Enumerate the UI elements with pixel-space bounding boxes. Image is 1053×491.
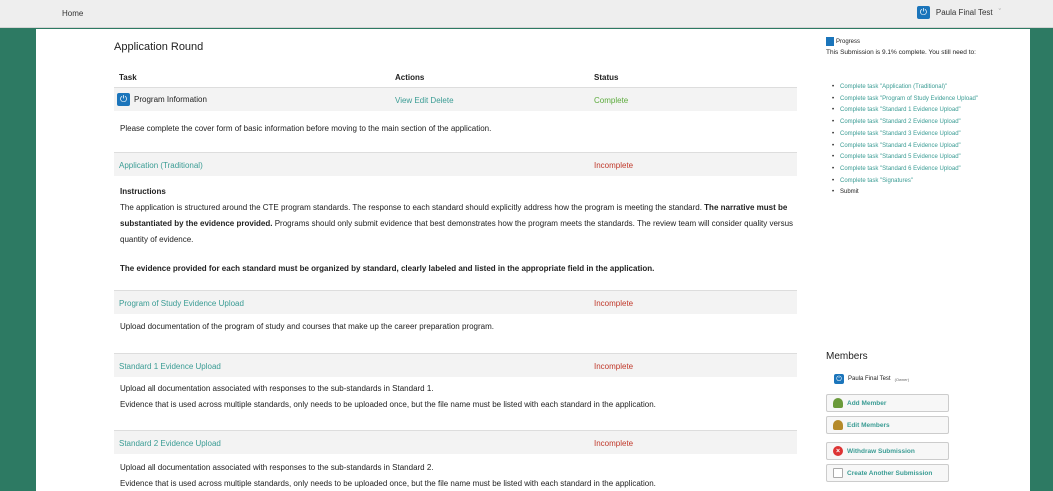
progress-item-link[interactable]: Complete task "Standard 2 Evidence Uploa… [840,119,961,125]
member-role: (Owner) [894,376,910,382]
task-actions[interactable]: View Edit Delete [395,96,454,105]
power-icon: ⏻ [117,93,130,106]
progress-item[interactable]: Complete task "Standard 6 Evidence Uploa… [826,164,1026,176]
status-badge: Incomplete [594,439,634,448]
add-person-icon [833,398,843,408]
progress-icon [826,37,834,46]
edit-members-button[interactable]: Edit Members [826,416,949,434]
user-menu[interactable]: ⏻ Paula Final Test ˇ [916,6,1001,19]
progress-item[interactable]: Complete task "Standard 1 Evidence Uploa… [826,105,1026,117]
member-entry: ⏻ Paula Final Test (Owner) [834,374,909,384]
col-actions: Actions [395,73,425,82]
task-description: Please complete the cover form of basic … [120,124,492,133]
progress-item-link[interactable]: Complete task "Program of Study Evidence… [840,96,978,102]
people-icon [833,420,843,430]
progress-summary: This Submission is 9.1% complete. You st… [826,49,976,56]
description-line: Evidence that is used across multiple st… [120,400,656,409]
progress-item-link[interactable]: Complete task "Standard 1 Evidence Uploa… [840,107,961,113]
table-row: Standard 1 Evidence Upload Incomplete [114,353,797,377]
col-task: Task [119,73,137,82]
table-row: Standard 2 Evidence Upload Incomplete [114,430,797,454]
task-description: Upload all documentation associated with… [120,460,795,491]
member-name: Paula Final Test [848,376,891,382]
progress-item[interactable]: Complete task "Signatures" [826,176,1026,188]
progress-item-link[interactable]: Complete task "Signatures" [840,178,913,184]
task-description: Upload all documentation associated with… [120,381,795,413]
status-badge: Incomplete [594,362,634,371]
progress-item[interactable]: Complete task "Program of Study Evidence… [826,94,1026,106]
progress-item-link[interactable]: Complete task "Standard 6 Evidence Uploa… [840,166,961,172]
create-submission-label: Create Another Submission [847,469,933,477]
progress-item[interactable]: Complete task "Application (Traditional)… [826,82,1026,94]
progress-item-link[interactable]: Complete task "Standard 4 Evidence Uploa… [840,143,961,149]
add-member-button[interactable]: Add Member [826,394,949,412]
status-badge: Incomplete [594,299,634,308]
progress-item[interactable]: Complete task "Standard 4 Evidence Uploa… [826,141,1026,153]
task-description: Upload documentation of the program of s… [120,322,494,331]
progress-item[interactable]: Complete task "Standard 2 Evidence Uploa… [826,117,1026,129]
description-line: Evidence that is used across multiple st… [120,479,656,488]
description-line: Upload all documentation associated with… [120,463,434,472]
col-status: Status [594,73,619,82]
document-icon [833,468,843,478]
progress-item-link[interactable]: Complete task "Standard 5 Evidence Uploa… [840,154,961,160]
power-icon: ⏻ [834,374,844,384]
withdraw-submission-button[interactable]: × Withdraw Submission [826,442,949,460]
progress-item[interactable]: Complete task "Standard 5 Evidence Uploa… [826,152,1026,164]
task-name: Program Information [134,95,207,104]
progress-list: Complete task "Application (Traditional)… [826,82,1026,199]
create-submission-button[interactable]: Create Another Submission [826,464,949,482]
withdraw-label: Withdraw Submission [847,447,915,455]
progress-title-text: Progress [836,38,861,45]
task-description: Instructions The application is structur… [120,184,795,277]
progress-item-link[interactable]: Complete task "Application (Traditional)… [840,84,947,90]
task-cell: ⏻ Program Information [117,93,207,106]
task-link[interactable]: Standard 1 Evidence Upload [119,362,221,371]
table-row: ⏻ Program Information View Edit Delete C… [114,87,797,111]
instructions-text: The application is structured around the… [120,203,705,212]
status-badge: Complete [594,96,629,105]
sidebar: Progress This Submission is 9.1% complet… [816,29,1030,491]
members-title: Members [826,351,868,362]
instructions-paragraph: The application is structured around the… [120,200,795,248]
status-badge: Incomplete [594,161,634,170]
instructions-note: The evidence provided for each standard … [120,264,655,273]
instructions-title: Instructions [120,187,166,196]
edit-members-label: Edit Members [847,421,890,429]
table-row: Application (Traditional) Incomplete [114,152,797,176]
task-link[interactable]: Program of Study Evidence Upload [119,299,244,308]
add-member-label: Add Member [847,399,887,407]
progress-submit: Submit [826,187,1026,199]
table-row: Program of Study Evidence Upload Incompl… [114,290,797,314]
progress-item[interactable]: Complete task "Standard 3 Evidence Uploa… [826,129,1026,141]
top-bar: Home ⏻ Paula Final Test ˇ [0,0,1053,28]
progress-title: Progress [826,37,860,46]
page-title: Application Round [114,41,204,53]
progress-item-link[interactable]: Complete task "Standard 3 Evidence Uploa… [840,131,961,137]
close-circle-icon: × [833,446,843,456]
home-link[interactable]: Home [62,9,83,18]
task-link[interactable]: Standard 2 Evidence Upload [119,439,221,448]
chevron-down-icon: ˇ [998,9,1001,16]
description-line: Upload all documentation associated with… [120,384,434,393]
user-name: Paula Final Test [935,8,993,17]
power-icon: ⏻ [916,6,930,19]
task-link[interactable]: Application (Traditional) [119,161,203,170]
main-panel: Application Round Task Actions Status ⏻ … [36,29,816,491]
table-header: Task Actions Status [114,73,797,87]
